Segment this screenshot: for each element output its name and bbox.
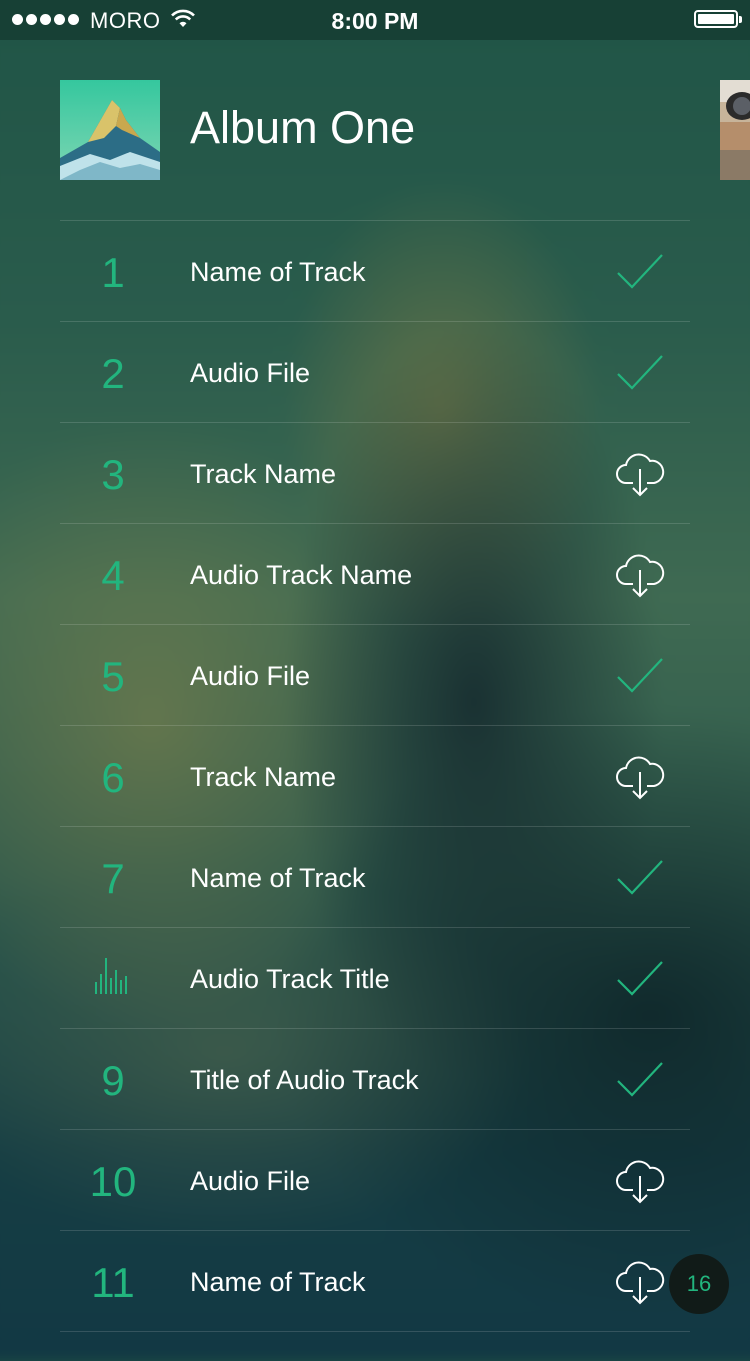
queue-count-badge[interactable]: 16 [669,1254,729,1314]
track-name: Title of Audio Track [190,1065,419,1095]
checkmark-icon [615,249,665,293]
track-name: Track Name [190,459,337,489]
clock: 8:00 PM [331,8,419,34]
track-row[interactable]: 10 Audio File [60,1129,690,1230]
track-row[interactable]: 1 Name of Track [60,220,690,321]
album-header: Album One [60,80,690,180]
track-row[interactable]: 7 Name of Track [60,826,690,927]
track-number: 11 [91,1259,135,1306]
track-row[interactable]: 5 Audio File [60,624,690,725]
track-number: 7 [101,855,125,902]
track-name: Audio File [190,1166,311,1196]
cloud-download-icon[interactable] [615,552,665,598]
cloud-download-icon[interactable] [615,1259,665,1305]
album-title: Album One [190,102,416,153]
track-row[interactable]: 11 Name of Track [60,1230,690,1332]
track-number: 10 [89,1158,137,1205]
track-row[interactable]: 2 Audio File [60,321,690,422]
cloud-download-icon[interactable] [615,451,665,497]
track-name: Audio Track Title [190,964,390,994]
track-number: 3 [101,451,125,498]
checkmark-icon [615,855,665,899]
track-number: 1 [101,249,125,296]
track-name: Name of Track [190,863,366,893]
equalizer-icon [94,958,130,999]
track-name: Audio File [190,661,311,691]
track-name: Audio File [190,358,311,388]
next-album-peek[interactable] [720,80,750,180]
track-number: 5 [101,653,125,700]
cloud-download-icon[interactable] [615,1158,665,1204]
checkmark-icon [615,956,665,1000]
track-row[interactable]: 3 Track Name [60,422,690,523]
track-name: Audio Track Name [190,560,413,590]
track-name: Name of Track [190,1267,366,1297]
battery-icon [694,10,742,28]
track-number: 2 [101,350,125,397]
track-row[interactable]: 4 Audio Track Name [60,523,690,624]
track-number: 9 [101,1057,125,1104]
track-row[interactable]: Audio Track Title [60,927,690,1028]
album-cover[interactable] [60,80,160,180]
checkmark-icon [615,653,665,697]
track-name: Name of Track [190,257,366,287]
checkmark-icon [615,350,665,394]
cloud-download-icon[interactable] [615,754,665,800]
track-number: 6 [101,754,125,801]
track-row[interactable]: 9 Title of Audio Track [60,1028,690,1129]
checkmark-icon [615,1057,665,1101]
track-list: 1 Name of Track 2 Audio File 3 Track Name 4 Aud… [60,220,690,1332]
track-number: 4 [101,552,125,599]
status-bar: MORO 8:00 PM [0,0,750,40]
track-name: Track Name [190,762,337,792]
track-row[interactable]: 6 Track Name [60,725,690,826]
